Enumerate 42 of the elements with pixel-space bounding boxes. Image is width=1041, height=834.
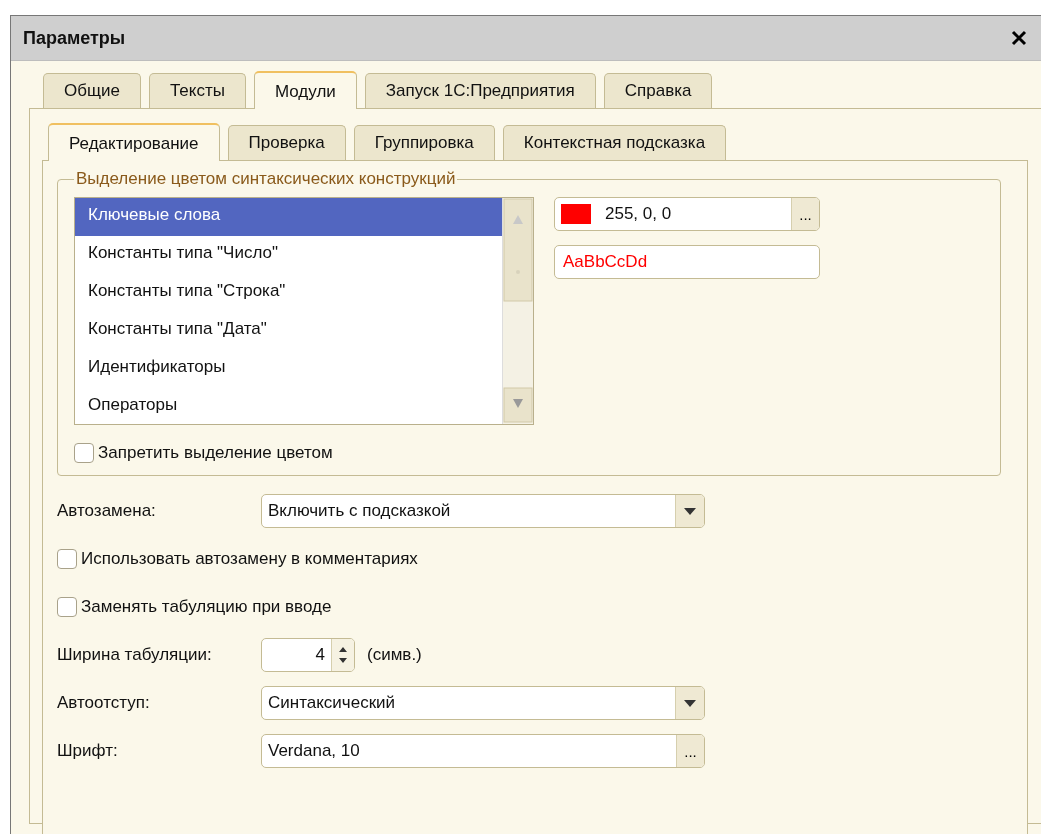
checkbox[interactable] <box>74 443 94 463</box>
unit-label: (симв.) <box>367 645 422 665</box>
dropdown-field[interactable]: Синтаксический <box>261 686 705 720</box>
choose-button[interactable]: ... <box>676 735 704 767</box>
list-item[interactable]: Операторы <box>75 388 502 426</box>
field-label: Автоотступ: <box>57 693 151 713</box>
field-label: Ширина табуляции: <box>57 645 213 665</box>
group-title: Выделение цветом синтаксических конструкций <box>75 169 457 189</box>
tab[interactable]: Тексты <box>148 73 246 108</box>
tab[interactable]: Группировка <box>353 125 495 160</box>
tab[interactable]: Проверка <box>227 125 346 160</box>
dropdown-button[interactable] <box>675 495 704 527</box>
font-field[interactable]: Verdana, 10 ... <box>261 734 705 768</box>
number-field[interactable]: 4 <box>261 638 355 672</box>
choose-button[interactable]: ... <box>791 198 819 230</box>
caret-icon <box>684 699 696 707</box>
dropdown-field[interactable]: Включить с подсказкой <box>261 494 705 528</box>
field-label: Шрифт: <box>57 741 119 761</box>
list-item[interactable]: Константы типа "Число" <box>75 236 502 274</box>
tab[interactable]: Редактирование <box>48 123 220 161</box>
tab[interactable]: Общие <box>43 73 141 108</box>
tab[interactable]: Справка <box>603 73 713 108</box>
list-item[interactable]: Ключевые слова <box>75 198 502 236</box>
scrollbar[interactable] <box>502 198 533 424</box>
tab[interactable]: Запуск 1С:Предприятия <box>364 73 596 108</box>
field-label: Автозамена: <box>57 501 157 521</box>
checkbox[interactable] <box>57 549 77 569</box>
dropdown-button[interactable] <box>675 687 704 719</box>
checkbox-label: Заменять табуляцию при вводе <box>81 597 332 617</box>
tab[interactable]: Контекстная подсказка <box>502 125 727 160</box>
close-icon[interactable] <box>1011 30 1027 46</box>
checkbox[interactable] <box>57 597 77 617</box>
caret-icon <box>684 507 696 515</box>
spinner-arrows-icon[interactable] <box>331 639 354 671</box>
list-item[interactable]: Константы типа "Дата" <box>75 312 502 350</box>
window-title: Параметры <box>23 27 127 49</box>
list-item[interactable]: Идентификаторы <box>75 350 502 388</box>
checkbox-label: Использовать автозамену в комментариях <box>81 549 418 569</box>
color-field[interactable]: 255, 0, 0 ... <box>554 197 820 231</box>
checkbox-label: Запретить выделение цветом <box>98 443 333 463</box>
list-item[interactable]: Константы типа "Строка" <box>75 274 502 312</box>
tab[interactable]: Модули <box>253 71 357 109</box>
